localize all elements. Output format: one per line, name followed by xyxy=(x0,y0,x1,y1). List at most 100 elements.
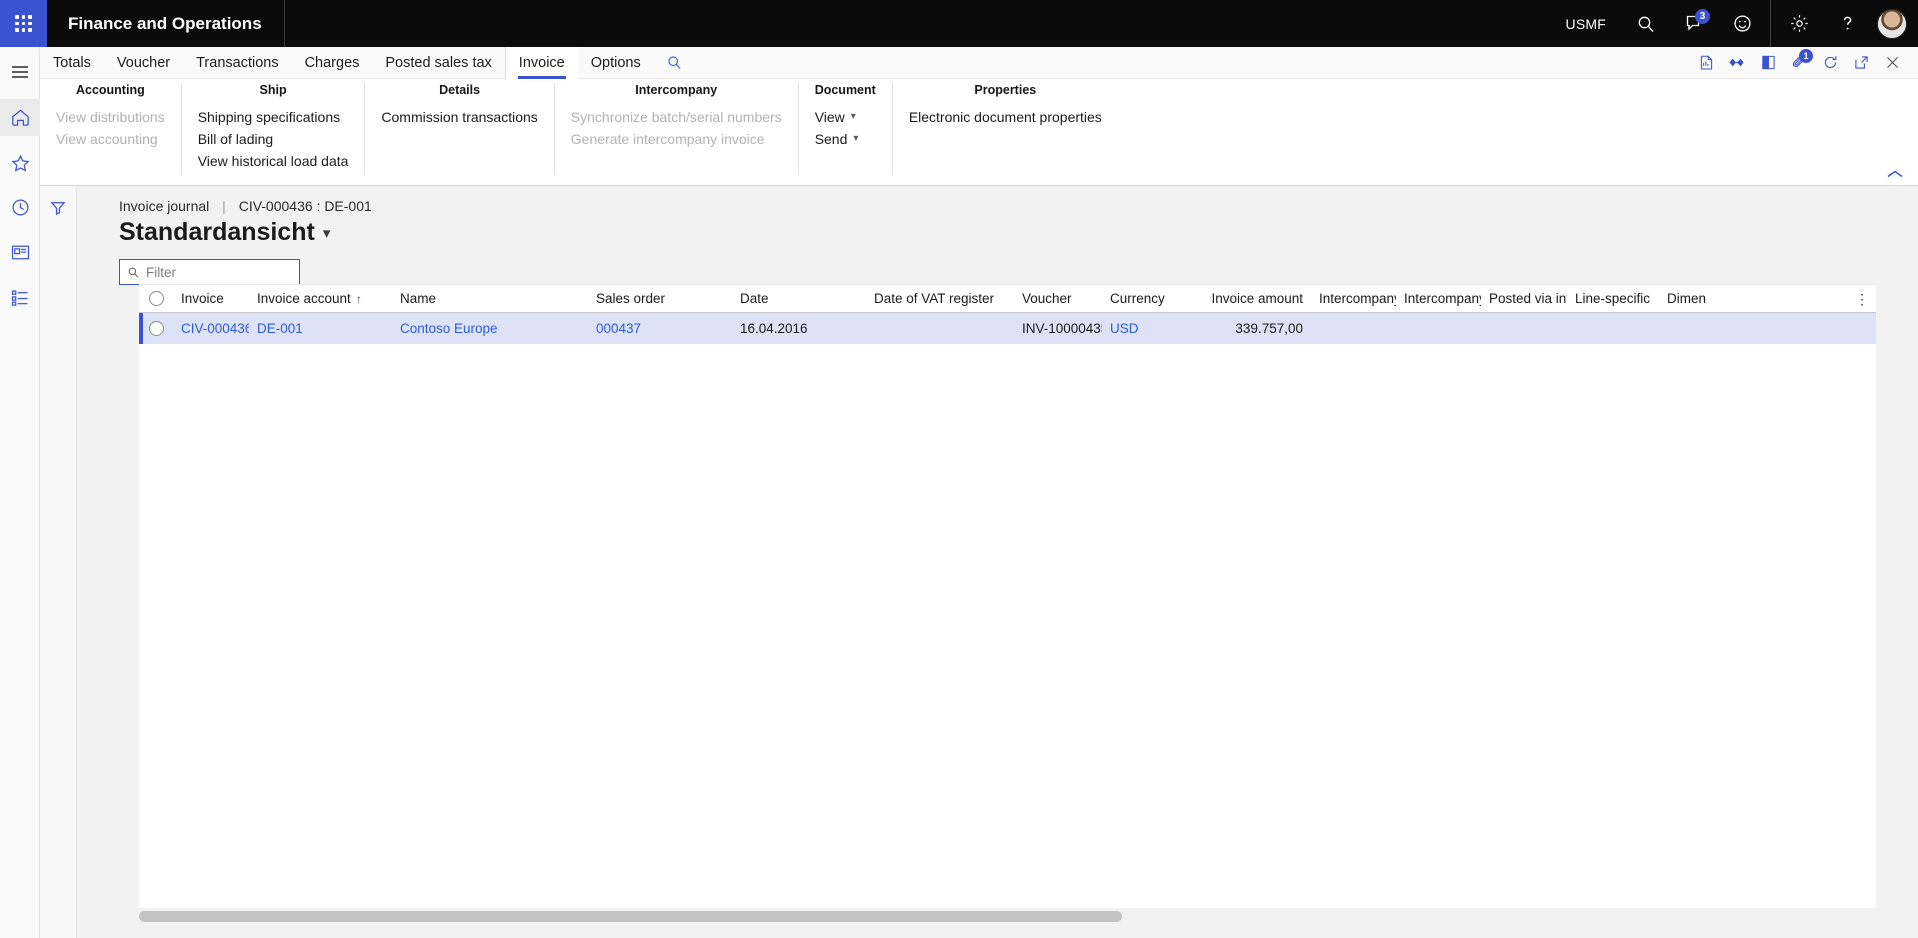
ribbon-group-intercompany: Intercompany Synchronize batch/serial nu… xyxy=(553,83,798,175)
breadcrumb-root[interactable]: Invoice journal xyxy=(119,198,209,214)
header-divider xyxy=(1770,0,1771,47)
ribbon-item-view-historical-load-data[interactable]: View historical load data xyxy=(198,150,349,172)
cell-currency[interactable]: USD xyxy=(1102,321,1199,336)
company-selector[interactable]: USMF xyxy=(1550,16,1622,32)
cell-date: 16.04.2016 xyxy=(740,321,808,336)
notification-badge-count: 3 xyxy=(1695,9,1710,24)
tab-posted-sales-tax[interactable]: Posted sales tax xyxy=(372,47,504,79)
horizontal-scrollbar[interactable] xyxy=(139,911,1876,922)
filter-funnel-icon[interactable] xyxy=(49,199,67,938)
left-nav-rail xyxy=(0,47,40,938)
column-header-invoice[interactable]: Invoice xyxy=(173,291,249,306)
nav-modules[interactable] xyxy=(0,280,40,314)
column-header-date-of-vat-register[interactable]: Date of VAT register xyxy=(866,291,1014,306)
ribbon-group-title: Accounting xyxy=(75,83,145,97)
ribbon-item-commission-transactions[interactable]: Commission transactions xyxy=(381,106,537,128)
horizontal-scrollbar-thumb[interactable] xyxy=(139,911,1122,922)
column-header-posted-via-intercompany[interactable]: Posted via inte... xyxy=(1481,291,1567,306)
column-header-currency[interactable]: Currency xyxy=(1102,291,1199,306)
ribbon-group-title: Properties xyxy=(974,83,1037,97)
popout-icon[interactable] xyxy=(1846,47,1877,79)
tab-totals[interactable]: Totals xyxy=(40,47,104,79)
breadcrumb: Invoice journal | CIV-000436 : DE-001 xyxy=(97,186,1898,214)
search-icon[interactable] xyxy=(654,47,696,78)
select-all-radio[interactable] xyxy=(148,291,164,306)
cell-name[interactable]: Contoso Europe xyxy=(392,321,588,336)
app-launcher-waffle-icon[interactable] xyxy=(0,0,47,47)
search-icon[interactable] xyxy=(1622,0,1670,47)
chevron-up-icon[interactable] xyxy=(1886,169,1904,179)
content-area: Invoice journal | CIV-000436 : DE-001 St… xyxy=(40,186,1918,938)
ribbon-item-bill-of-lading[interactable]: Bill of lading xyxy=(198,128,349,150)
relations-icon[interactable] xyxy=(1722,47,1753,79)
nav-workspaces[interactable] xyxy=(0,235,40,269)
app-title: Finance and Operations xyxy=(47,0,285,47)
feedback-smiley-icon[interactable] xyxy=(1718,0,1766,47)
chevron-down-icon: ▾ xyxy=(850,111,856,122)
nav-favorites[interactable] xyxy=(0,146,40,180)
tab-charges[interactable]: Charges xyxy=(292,47,373,79)
column-header-intercompany-1[interactable]: Intercompany ... xyxy=(1311,291,1396,306)
ribbon-group-ship: Ship Shipping specifications Bill of lad… xyxy=(180,83,365,175)
tab-transactions[interactable]: Transactions xyxy=(183,47,291,79)
cell-invoice-account[interactable]: DE-001 xyxy=(249,321,392,336)
nav-recent[interactable] xyxy=(0,190,40,224)
search-input[interactable] xyxy=(146,264,292,280)
ribbon-item-label: View xyxy=(814,109,845,125)
column-header-sales-order[interactable]: Sales order xyxy=(588,291,732,306)
chevron-down-icon: ▾ xyxy=(322,224,331,242)
grid-column-options-icon[interactable]: ⋮ xyxy=(1854,285,1870,313)
ribbon-item-send-menu[interactable]: Send ▾ xyxy=(815,128,876,150)
waffle-grid xyxy=(15,15,32,32)
table-row[interactable]: CIV-000436 DE-001 Contoso Europe 000437 … xyxy=(139,313,1876,344)
column-header-invoice-amount[interactable]: Invoice amount xyxy=(1199,291,1311,306)
cell-sales-order[interactable]: 000437 xyxy=(588,321,732,336)
page-title[interactable]: Standardansicht ▾ xyxy=(97,214,1898,247)
data-grid: Invoice Invoice account ↑ Name Sales ord… xyxy=(139,284,1876,908)
column-header-line-specific[interactable]: Line-specific xyxy=(1567,291,1659,306)
select-all-cell xyxy=(139,291,173,306)
tab-bar: Totals Voucher Transactions Charges Post… xyxy=(40,47,1918,79)
settings-gear-icon[interactable] xyxy=(1775,0,1823,47)
chevron-down-icon: ▾ xyxy=(853,133,859,144)
top-header-bar: Finance and Operations USMF 3 xyxy=(0,0,1918,47)
ribbon-group-title: Details xyxy=(439,83,481,97)
column-header-invoice-account[interactable]: Invoice account ↑ xyxy=(249,291,392,306)
cell-invoice[interactable]: CIV-000436 xyxy=(173,321,249,336)
ribbon-item-shipping-specifications[interactable]: Shipping specifications xyxy=(198,106,349,128)
page-title-text: Standardansicht xyxy=(119,218,315,246)
tab-invoice[interactable]: Invoice xyxy=(504,47,578,79)
ribbon-group-title: Ship xyxy=(259,83,287,97)
tab-voucher[interactable]: Voucher xyxy=(104,47,183,79)
column-header-name[interactable]: Name xyxy=(392,291,588,306)
nav-home[interactable] xyxy=(0,99,40,136)
tab-options[interactable]: Options xyxy=(578,47,654,79)
attachment-badge-count: 1 xyxy=(1799,48,1813,63)
refresh-icon[interactable] xyxy=(1815,47,1846,79)
ribbon-group-accounting: Accounting View distributions View accou… xyxy=(40,83,181,175)
column-header-intercompany-2[interactable]: Intercompany ... xyxy=(1396,291,1481,306)
ribbon-item-view-menu[interactable]: View ▾ xyxy=(815,106,876,128)
column-header-dimension[interactable]: Dimen xyxy=(1659,291,1711,306)
ribbon-group-properties: Properties Electronic document propertie… xyxy=(891,83,1118,175)
close-icon[interactable] xyxy=(1877,47,1908,79)
avatar[interactable] xyxy=(1877,8,1907,39)
header-actions: USMF 3 xyxy=(1550,0,1918,47)
report-icon[interactable] xyxy=(1691,47,1722,79)
column-header-date[interactable]: Date xyxy=(732,291,866,306)
cell-invoice-amount: 339.757,00 xyxy=(1235,321,1303,336)
page-options-icon[interactable] xyxy=(1753,47,1784,79)
filter-input-wrapper[interactable] xyxy=(119,259,300,285)
help-icon[interactable] xyxy=(1823,0,1871,47)
nav-menu-toggle[interactable] xyxy=(0,55,40,89)
column-header-voucher[interactable]: Voucher xyxy=(1014,291,1102,306)
ribbon-item-electronic-document-properties[interactable]: Electronic document properties xyxy=(909,106,1102,128)
ribbon-group-title: Document xyxy=(814,83,876,97)
row-select-radio[interactable] xyxy=(148,321,164,336)
ribbon-item-label: Send xyxy=(814,131,848,147)
attachments-icon[interactable]: 1 xyxy=(1784,47,1815,79)
ribbon-group-document: Document View ▾ Send ▾ xyxy=(797,83,892,175)
ribbon-item-generate-intercompany-invoice: Generate intercompany invoice xyxy=(570,131,765,147)
notifications-icon[interactable]: 3 xyxy=(1670,0,1718,47)
page-body: Invoice journal | CIV-000436 : DE-001 St… xyxy=(77,186,1918,938)
